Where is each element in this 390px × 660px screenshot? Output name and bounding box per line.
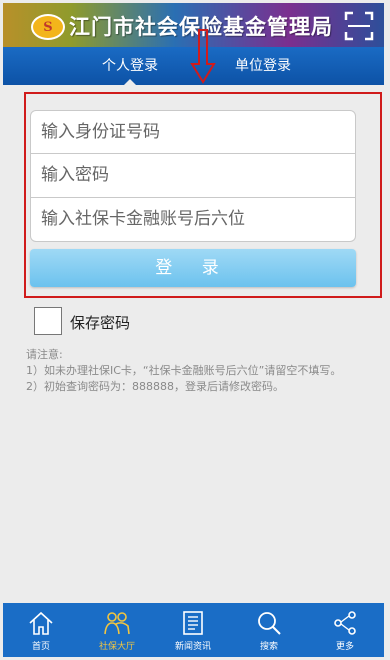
nav-item-hall[interactable]: 社保大厅 [79, 603, 155, 657]
nav-item-more[interactable]: 更多 [307, 603, 383, 657]
notes: 请注意: 1）如未办理社保IC卡，“社保卡金融账号后六位”请留空不填写。 2）初… [26, 347, 366, 395]
nav-label-home: 首页 [31, 642, 50, 652]
tab-company-login[interactable]: 单位登录 [213, 47, 313, 85]
id-number-input[interactable]: 输入身份证号码 [30, 110, 356, 154]
nav-label-news: 新闻资讯 [174, 642, 211, 652]
nav-item-search[interactable]: 搜索 [231, 603, 307, 657]
tab-personal-login[interactable]: 个人登录 [80, 47, 180, 85]
nav-item-news[interactable]: 新闻资讯 [155, 603, 231, 657]
card-account-input[interactable]: 输入社保卡金融账号后六位 [30, 198, 356, 242]
share-icon [334, 611, 356, 635]
notes-line-1: 1）如未办理社保IC卡，“社保卡金融账号后六位”请留空不填写。 [26, 364, 342, 377]
logo-icon: S [31, 14, 65, 40]
remember-password-label: 保存密码 [70, 314, 131, 332]
scan-icon[interactable] [344, 11, 374, 41]
notes-line-2: 2）初始查询密码为：888888，登录后请修改密码。 [26, 380, 284, 393]
nav-label-hall: 社保大厅 [98, 642, 135, 652]
search-icon [258, 612, 281, 635]
bottom-nav: 首页 社保大厅 新闻资讯 搜索 更多 [3, 603, 384, 657]
nav-label-more: 更多 [335, 642, 354, 652]
nav-item-home[interactable]: 首页 [3, 603, 79, 657]
people-icon [104, 612, 130, 635]
notes-title: 请注意: [26, 348, 63, 361]
home-icon [29, 611, 53, 635]
remember-password-checkbox[interactable] [34, 307, 62, 335]
annotation-arrow-icon [190, 29, 216, 84]
news-icon [183, 611, 203, 635]
nav-label-search: 搜索 [259, 642, 278, 652]
password-input[interactable]: 输入密码 [30, 154, 356, 198]
login-button[interactable]: 登 录 [30, 249, 356, 287]
